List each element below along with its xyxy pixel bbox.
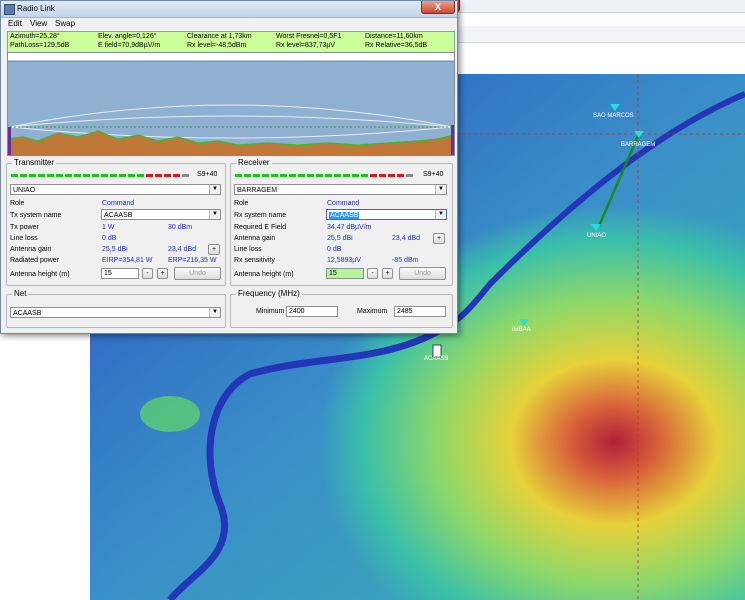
rx-gain-label: Antenna gain	[234, 235, 276, 242]
frequency-min-input[interactable]: 2400	[286, 306, 338, 317]
tx-system-select[interactable]: ACAASB ▼	[101, 209, 221, 220]
transmitter-group-label: Transmitter	[12, 158, 57, 167]
frequency-max-input[interactable]: 2485	[394, 306, 446, 317]
dialog-title: Radio Link	[17, 4, 55, 13]
info-e-field: E field=70,9dBµV/m	[98, 42, 161, 49]
rx-site-select[interactable]: BARRAGEM ▼	[234, 184, 447, 195]
chevron-down-icon[interactable]: ▼	[209, 308, 220, 317]
chevron-down-icon[interactable]: ▼	[435, 185, 446, 194]
menu-bar: Edit View Swap	[1, 17, 457, 29]
rx-line-loss-label: Line loss	[234, 246, 262, 253]
rx-height-label: Antenna height (m)	[234, 271, 294, 278]
rx-system-value: ACAASB	[329, 212, 360, 219]
tx-height-label: Antenna height (m)	[10, 271, 70, 278]
frequency-max-label: Maximum	[357, 308, 388, 315]
menu-view[interactable]: View	[30, 19, 47, 28]
dialog-titlebar[interactable]: Radio Link X	[1, 1, 457, 18]
tx-height-input[interactable]: 15	[101, 268, 139, 279]
rx-gain-dbi: 25,5 dBi	[327, 235, 353, 242]
rx-site-value: BARRAGEM	[237, 187, 278, 194]
tx-line-loss-label: Line loss	[10, 235, 38, 242]
menu-swap[interactable]: Swap	[55, 19, 75, 28]
tx-height-plus-button[interactable]: +	[157, 268, 168, 279]
tx-line-loss-value: 0 dB	[102, 235, 117, 242]
receiver-group-label: Receiver	[236, 158, 272, 167]
info-distance: Distance=11,60km	[365, 33, 423, 40]
chevron-down-icon[interactable]: ▼	[209, 185, 220, 194]
tx-gain-label: Antenna gain	[10, 246, 52, 253]
rx-signal-text: S9+40	[423, 171, 444, 178]
chevron-down-icon[interactable]: ▼	[209, 210, 220, 219]
tx-radiated-label: Radiated power	[10, 257, 60, 264]
rx-required-label: Required E Field	[234, 224, 287, 231]
tx-power-dbm: 30 dBm	[168, 224, 193, 231]
rx-undo-button[interactable]: Undo	[399, 267, 446, 280]
radio-link-icon	[4, 4, 15, 15]
chevron-down-icon[interactable]: ▼	[435, 210, 446, 219]
tx-power-w: 1 W	[102, 224, 115, 231]
rx-height-minus-button[interactable]: -	[367, 268, 378, 279]
tx-site-value: UNIAO	[13, 187, 36, 194]
rx-gain-plus-button[interactable]: +	[433, 233, 445, 244]
tx-gain-plus-button[interactable]: +	[208, 244, 220, 255]
net-value: ACAASB	[13, 310, 42, 317]
info-path-loss: PathLoss=129,5dB	[10, 42, 70, 49]
rx-height-input[interactable]: 15	[326, 268, 364, 279]
map-label-sao-marcos: SAO MARCOS	[593, 113, 634, 119]
rx-height-plus-button[interactable]: +	[382, 268, 393, 279]
info-rx-level-uv: Rx level=837,73µV	[276, 42, 336, 49]
tx-signal-meter	[11, 174, 191, 178]
info-azimuth: Azimuth=25,28°	[10, 33, 60, 40]
info-clearance: Clearance at 1,73km	[187, 33, 252, 40]
menu-edit[interactable]: Edit	[8, 19, 22, 28]
info-rx-relative: Rx Relative=36,5dB	[365, 42, 428, 49]
rx-signal-meter	[235, 174, 415, 178]
rx-sensitivity-label: Rx sensitivity	[234, 257, 275, 264]
info-rx-level-dbm: Rx level=-48,5dBm	[187, 42, 247, 49]
tx-height-minus-button[interactable]: -	[142, 268, 153, 279]
rx-system-select[interactable]: ACAASB ▼	[326, 209, 447, 220]
tx-system-value: ACAASB	[104, 212, 133, 219]
tx-erp-value: ERP=216,35 W	[168, 257, 217, 264]
rx-role-value: Command	[327, 200, 360, 207]
rx-sensitivity-dbm: -85 dBm	[392, 257, 419, 264]
tx-site-select[interactable]: UNIAO ▼	[10, 184, 221, 195]
frequency-group-label: Frequency (MHz)	[236, 289, 302, 298]
rx-line-loss-value: 0 dB	[327, 246, 342, 253]
map-label-uniao: UNIAO	[587, 233, 607, 239]
rx-required-value: 34,47 dBµV/m	[327, 224, 372, 231]
tx-role-value: Command	[102, 200, 135, 207]
tx-gain-dbi: 25,5 dBi	[102, 246, 128, 253]
tx-eirp-value: EIRP=354,81 W	[102, 257, 153, 264]
rx-system-label: Rx system name	[234, 212, 287, 219]
tx-system-label: Tx system name	[10, 212, 62, 219]
close-icon[interactable]: X	[421, 1, 455, 14]
tx-signal-text: S9+40	[197, 171, 218, 178]
tx-gain-dbd: 23,4 dBd	[168, 246, 197, 253]
rx-gain-dbd: 23,4 dBd	[392, 235, 421, 242]
map-label-barragem: BARRAGEM	[621, 142, 656, 148]
tx-power-label: Tx power	[10, 224, 39, 231]
link-info-bar: Azimuth=25,28° Elev. angle=0,126° Cleara…	[7, 31, 455, 53]
tx-role-label: Role	[10, 200, 25, 207]
rx-sensitivity-uv: 12,5893µV	[327, 257, 362, 264]
radio-link-dialog: Radio Link X Edit View Swap Azimuth=25,2…	[0, 0, 458, 334]
frequency-min-label: Minimum	[256, 308, 285, 315]
net-select[interactable]: ACAASB ▼	[10, 307, 221, 318]
rx-role-label: Role	[234, 200, 249, 207]
info-worst-fresnel: Worst Fresnel=0,5F1	[276, 33, 342, 40]
net-group-label: Net	[12, 289, 29, 298]
tx-undo-button[interactable]: Undo	[174, 267, 221, 280]
info-elev-angle: Elev. angle=0,126°	[98, 33, 157, 40]
path-profile-graph	[7, 52, 455, 156]
map-label-imbaa: IMBAA	[512, 327, 531, 333]
map-label-acaasb: ACAASB	[424, 356, 449, 362]
